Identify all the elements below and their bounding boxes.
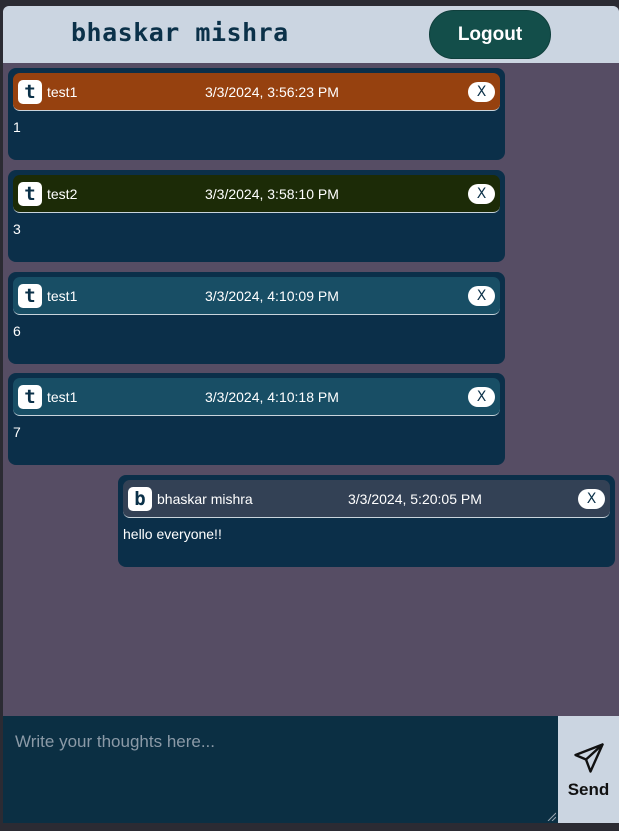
message-text: 3 [13,221,21,237]
message-author: test2 [47,186,78,202]
message-timestamp: 3/3/2024, 5:20:05 PM [348,491,482,507]
message-header: t test1 3/3/2024, 4:10:09 PM X [13,277,500,315]
avatar: t [18,80,42,104]
message-timestamp: 3/3/2024, 4:10:09 PM [205,288,339,304]
message-author: test1 [47,389,78,405]
message-text: 6 [13,323,21,339]
header-bar: bhaskar mishra Logout [3,6,619,63]
current-user-name: bhaskar mishra [71,18,289,47]
delete-message-button[interactable]: X [468,286,495,306]
delete-message-button[interactable]: X [578,489,605,509]
message-author: test1 [47,84,78,100]
avatar: t [18,182,42,206]
message-header: t test1 3/3/2024, 4:10:18 PM X [13,378,500,416]
message-text: hello everyone!! [123,526,222,542]
message-author: test1 [47,288,78,304]
avatar: b [128,487,152,511]
message-card: t test1 3/3/2024, 4:10:09 PM X 6 [8,272,505,364]
message-text: 1 [13,119,21,135]
send-icon [573,742,604,773]
message-timestamp: 3/3/2024, 4:10:18 PM [205,389,339,405]
logout-button[interactable]: Logout [429,10,551,59]
resize-grip-icon[interactable] [546,811,556,821]
composer [3,716,558,823]
message-card: t test1 3/3/2024, 3:56:23 PM X 1 [8,68,505,160]
message-header: b bhaskar mishra 3/3/2024, 5:20:05 PM X [123,480,610,518]
message-author: bhaskar mishra [157,491,253,507]
message-card: t test2 3/3/2024, 3:58:10 PM X 3 [8,170,505,262]
send-button[interactable]: Send [558,716,619,823]
delete-message-button[interactable]: X [468,82,495,102]
message-header: t test2 3/3/2024, 3:58:10 PM X [13,175,500,213]
avatar: t [18,385,42,409]
delete-message-button[interactable]: X [468,387,495,407]
send-label: Send [567,779,610,799]
message-timestamp: 3/3/2024, 3:56:23 PM [205,84,339,100]
own-message-card: b bhaskar mishra 3/3/2024, 5:20:05 PM X … [118,475,615,567]
delete-message-button[interactable]: X [468,184,495,204]
avatar: t [18,284,42,308]
message-timestamp: 3/3/2024, 3:58:10 PM [205,186,339,202]
chat-window: bhaskar mishra Logout t test1 3/3/2024, … [3,6,619,823]
message-header: t test1 3/3/2024, 3:56:23 PM X [13,73,500,111]
message-text: 7 [13,424,21,440]
message-input[interactable] [3,716,558,823]
message-card: t test1 3/3/2024, 4:10:18 PM X 7 [8,373,505,465]
